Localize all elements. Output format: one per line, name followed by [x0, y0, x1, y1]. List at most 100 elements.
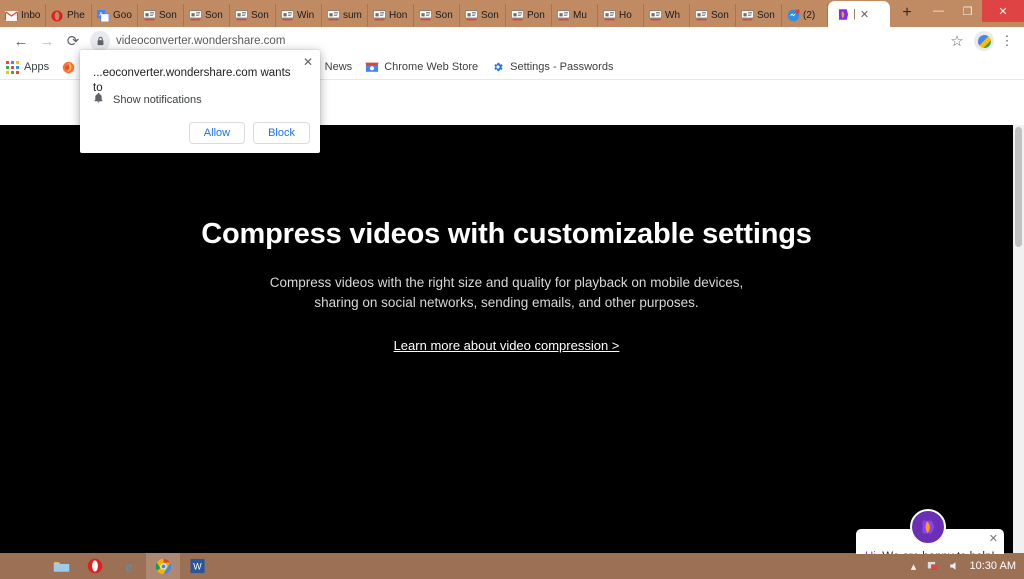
taskbar-item-opera[interactable]	[78, 553, 112, 579]
tab-16[interactable]: Son	[736, 4, 782, 27]
forward-icon[interactable]: →	[34, 28, 60, 54]
close-icon[interactable]: ✕	[303, 55, 313, 69]
tab-title: Son	[205, 10, 223, 21]
block-button[interactable]: Block	[253, 122, 310, 144]
tab-title: Phe	[67, 10, 85, 21]
permission-buttons: Allow Block	[188, 122, 310, 144]
website-content: Compress videos with customizable settin…	[0, 125, 1013, 554]
page-viewport: Compress videos with customizable settin…	[0, 80, 1024, 579]
browser-window: Inbo Phe A Goo Son Son Son Win sum Hon Son Son Pon Mu…	[0, 0, 1024, 579]
translate-icon: A	[96, 9, 110, 23]
subtitle-line-2: sharing on social networks, sending emai…	[314, 295, 699, 310]
tab-title: (2)	[803, 10, 816, 21]
music-icon	[694, 9, 708, 23]
tray-overflow-icon[interactable]: ▴	[904, 553, 924, 579]
svg-text:e: e	[126, 559, 132, 574]
tab-7[interactable]: sum	[322, 4, 368, 27]
tab-5[interactable]: Son	[230, 4, 276, 27]
music-icon	[602, 9, 616, 23]
music-icon	[372, 9, 386, 23]
svg-text:W: W	[193, 562, 202, 572]
tab-0[interactable]: Inbo	[0, 4, 46, 27]
bookmark-apps[interactable]: Apps	[6, 60, 49, 74]
page-subtitle: Compress videos with the right size and …	[0, 273, 1013, 313]
tab-title: Mu	[573, 10, 587, 21]
music-icon	[418, 9, 432, 23]
page-scrollbar[interactable]	[1013, 125, 1024, 554]
music-icon	[510, 9, 524, 23]
allow-button[interactable]: Allow	[188, 122, 246, 144]
permission-label: Show notifications	[113, 93, 202, 106]
wondershare-icon	[836, 7, 850, 21]
address-bar[interactable]: videoconverter.wondershare.com	[90, 30, 944, 52]
music-icon	[740, 9, 754, 23]
tab-title: Son	[159, 10, 177, 21]
tab-title: Goo	[113, 10, 132, 21]
tab-active-wondershare[interactable]: | ✕	[828, 1, 890, 27]
tab-1[interactable]: Phe	[46, 4, 92, 27]
tab-15[interactable]: Son	[690, 4, 736, 27]
minimize-button[interactable]: —	[924, 0, 953, 22]
bookmark-star-icon[interactable]: ☆	[944, 28, 970, 54]
tab-11[interactable]: Pon	[506, 4, 552, 27]
close-icon[interactable]: ✕	[860, 8, 869, 21]
tab-strip: Inbo Phe A Goo Son Son Son Win sum Hon Son Son Pon Mu…	[0, 0, 1024, 27]
tab-4[interactable]: Son	[184, 4, 230, 27]
new-tab-button[interactable]: +	[894, 0, 920, 26]
tab-title: Son	[711, 10, 729, 21]
taskbar-item-chrome[interactable]	[146, 553, 180, 579]
bookmark-settings-passwords[interactable]: Settings - Passwords	[490, 60, 613, 75]
maximize-button[interactable]: ❐	[953, 0, 982, 22]
toolbar-actions: ☆ ⋮	[944, 28, 1016, 54]
tab-14[interactable]: Wh	[644, 4, 690, 27]
tab-6[interactable]: Win	[276, 4, 322, 27]
network-icon[interactable]	[924, 553, 944, 579]
page-title: Compress videos with customizable settin…	[201, 218, 812, 250]
tab-2[interactable]: A Goo	[92, 4, 138, 27]
bookmark-item-1[interactable]	[61, 60, 81, 75]
system-tray: ▴ 10:30 AM	[904, 553, 1024, 579]
profile-avatar[interactable]	[974, 31, 994, 51]
bookmark-label: Settings - Passwords	[510, 61, 614, 73]
bookmark-label: Chrome Web Store	[384, 61, 479, 73]
subtitle-line-1: Compress videos with the right size and …	[269, 275, 744, 290]
tab-title: Pon	[527, 10, 545, 21]
tab-title: Inbo	[21, 10, 41, 21]
tab-title: Son	[435, 10, 453, 21]
windows-taskbar: e W ▴ 10:30 AM	[0, 553, 1024, 579]
scrollbar-thumb[interactable]	[1015, 127, 1022, 247]
permission-row: Show notifications	[93, 92, 202, 107]
start-spacer	[0, 553, 44, 579]
taskbar-item-file-explorer[interactable]	[44, 553, 78, 579]
music-icon	[280, 9, 294, 23]
tab-17[interactable]: (2)	[782, 4, 828, 27]
chat-greeting-rest: We are happy to help!	[879, 551, 994, 554]
url-text: videoconverter.wondershare.com	[116, 35, 286, 47]
chat-greeting-text: Hi, We are happy to help!	[865, 551, 995, 554]
music-icon	[142, 9, 156, 23]
tab-10[interactable]: Son	[460, 4, 506, 27]
tab-9[interactable]: Son	[414, 4, 460, 27]
window-controls: — ❐ ✕	[924, 0, 1024, 22]
chrome-menu-icon[interactable]: ⋮	[998, 28, 1016, 54]
gmail-icon	[4, 9, 18, 23]
tab-12[interactable]: Mu	[552, 4, 598, 27]
volume-icon[interactable]	[944, 553, 964, 579]
music-icon	[556, 9, 570, 23]
taskbar-item-word[interactable]: W	[180, 553, 214, 579]
tab-3[interactable]: Son	[138, 4, 184, 27]
taskbar-item-internet-explorer[interactable]: e	[112, 553, 146, 579]
tab-13[interactable]: Ho	[598, 4, 644, 27]
notification-permission-dialog: ✕ ...eoconverter.wondershare.com wants t…	[80, 50, 320, 153]
close-icon[interactable]: ✕	[989, 532, 998, 545]
learn-more-link[interactable]: Learn more about video compression >	[394, 338, 620, 353]
apps-grid-icon	[6, 60, 19, 74]
music-icon	[188, 9, 202, 23]
bookmark-chrome-web-store[interactable]: Chrome Web Store	[364, 60, 478, 75]
back-icon[interactable]: ←	[8, 28, 34, 54]
close-window-button[interactable]: ✕	[982, 0, 1024, 22]
tab-title: Ho	[619, 10, 632, 21]
tab-divider: |	[853, 8, 856, 20]
tab-8[interactable]: Hon	[368, 4, 414, 27]
music-icon	[464, 9, 478, 23]
